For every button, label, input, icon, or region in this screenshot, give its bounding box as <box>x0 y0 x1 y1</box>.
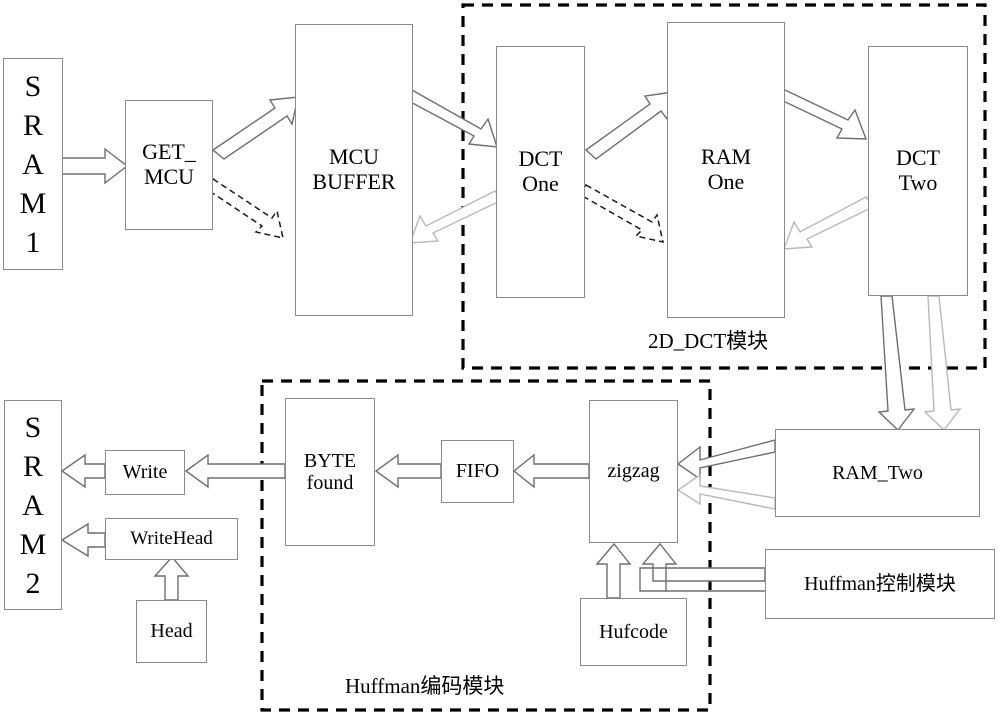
byte-found-line-2: found <box>306 472 354 494</box>
sram1-line-2: R <box>22 108 43 142</box>
ram-one-line-1: RAM <box>700 144 752 170</box>
head-label: Head <box>150 620 193 643</box>
block-dct-two: DCT Two <box>868 46 968 296</box>
arrow-zigzag-to-fifo <box>512 453 590 489</box>
arrow-write-to-sram2 <box>60 453 106 489</box>
block-hufcode: Hufcode <box>580 598 687 666</box>
mcu-buffer-line-2: BUFFER <box>312 169 396 194</box>
dct-two-line-1: DCT <box>896 145 940 171</box>
hufcode-label: Hufcode <box>599 620 668 643</box>
get-mcu-line-2: MCU <box>143 164 195 189</box>
arrow-ramone-to-dctone-dashed <box>577 184 664 243</box>
arrow-ramtwo-to-zigzag-upper <box>676 439 776 481</box>
huffman-control-label: Huffman控制模块 <box>804 572 956 595</box>
arrow-dctone-to-ramone <box>584 91 674 160</box>
ram-one-line-2: One <box>707 169 745 194</box>
dct-one-line-1: DCT <box>518 146 563 172</box>
sram1-line-1: S <box>24 69 42 103</box>
sram2-line-2: R <box>22 449 43 483</box>
arrow-dcttwo-to-ramtwo-left <box>877 295 916 432</box>
block-sram2: S R A M 2 <box>4 400 62 610</box>
arrow-bytefound-to-write <box>184 453 286 489</box>
arrow-sram1-to-getmcu <box>61 147 129 185</box>
arrow-ramtwo-to-zigzag-lower <box>676 473 776 510</box>
sram1-line-4: M <box>19 186 47 220</box>
arrow-hufcode-to-zigzag <box>595 542 632 599</box>
mcu-buffer-line-1: MCU <box>328 144 380 170</box>
zigzag-label: zigzag <box>607 460 660 483</box>
group-label-2d-dct: 2D_DCT模块 <box>648 329 769 353</box>
block-sram1: S R A M 1 <box>3 58 63 270</box>
block-write: Write <box>105 450 185 495</box>
get-mcu-line-1: GET_ <box>142 139 196 165</box>
sram2-line-1: S <box>24 410 42 444</box>
block-writehead: WriteHead <box>105 518 238 560</box>
arrow-huffctrl-to-zigzag-a <box>641 542 766 582</box>
block-head: Head <box>136 600 207 663</box>
sram1-line-3: A <box>22 147 44 181</box>
block-dct-one: DCT One <box>496 46 585 298</box>
dct-two-line-2: Two <box>898 170 938 195</box>
ram-two-label: RAM_Two <box>832 461 923 484</box>
fifo-label: FIFO <box>455 460 500 483</box>
write-label: Write <box>122 461 168 484</box>
block-huffman-control: Huffman控制模块 <box>765 549 995 619</box>
dct-one-line-2: One <box>522 171 559 196</box>
byte-found-line-1: BYTE <box>303 449 357 472</box>
arrow-dcttwo-to-ramtwo-right <box>923 295 962 432</box>
arrow-ramone-to-dcttwo <box>777 89 868 140</box>
group-label-huffman: Huffman编码模块 <box>345 674 505 698</box>
arrow-mcubuffer-to-dctone <box>403 89 498 148</box>
block-mcu-buffer: MCU BUFFER <box>295 24 413 316</box>
arrow-getmcu-to-mcubuffer <box>211 96 299 160</box>
sram1-line-5: 1 <box>25 225 41 259</box>
arrow-dcttwo-to-ramone-faint <box>782 196 875 250</box>
block-zigzag: zigzag <box>589 400 678 543</box>
writehead-label: WriteHead <box>130 528 213 550</box>
arrow-head-to-writehead <box>153 555 190 601</box>
block-fifo: FIFO <box>441 440 514 503</box>
sram2-line-3: A <box>22 488 44 522</box>
arrow-mcubuffer-to-getmcu-dashed <box>203 178 284 239</box>
sram2-line-4: M <box>19 527 47 561</box>
sram2-line-5: 2 <box>25 566 41 600</box>
block-ram-one: RAM One <box>667 22 785 318</box>
block-get-mcu: GET_ MCU <box>125 100 213 230</box>
arrow-writehead-to-sram2 <box>60 522 106 558</box>
block-diagram: S R A M 1 GET_ MCU MCU BUFFER DCT One RA… <box>0 0 1000 717</box>
block-byte-found: BYTE found <box>285 398 375 546</box>
arrow-fifo-to-bytefound <box>374 453 442 489</box>
block-ram-two: RAM_Two <box>775 429 980 517</box>
arrow-dctone-to-mcubuffer-faint <box>408 190 504 244</box>
